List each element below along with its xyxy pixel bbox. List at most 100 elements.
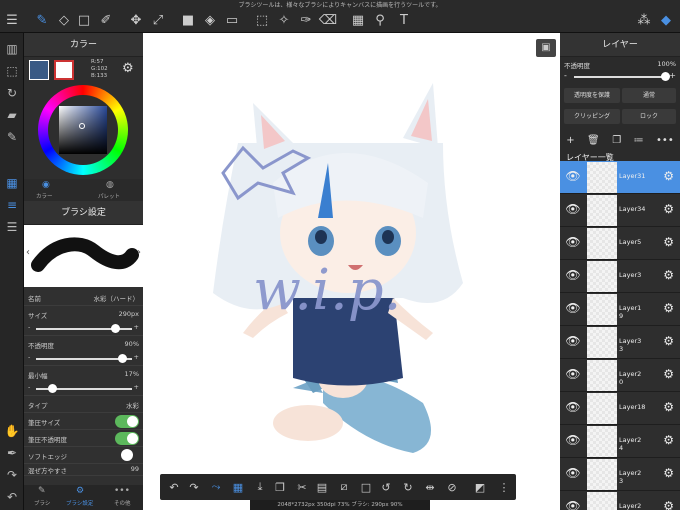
layer-menu-icon[interactable]: ≔ [634, 135, 644, 146]
pressure-opacity-toggle[interactable] [115, 432, 139, 445]
min-width-plus-icon[interactable]: + [134, 383, 139, 391]
edit-icon[interactable]: ◩ [472, 479, 488, 495]
snap-icon[interactable]: ✎ [2, 127, 22, 147]
materials-icon[interactable]: ⁂ [634, 10, 654, 30]
gradient-tool-icon[interactable]: ▭ [222, 10, 242, 30]
selection-icon[interactable]: ⬚ [2, 61, 22, 81]
sub-color-swatch[interactable] [54, 60, 74, 80]
copy-icon[interactable]: ❐ [272, 479, 288, 495]
layer-settings-gear-icon[interactable]: ⚙ [663, 301, 674, 315]
layer-row[interactable]: 👁 Layer3 3 ⚙ [560, 326, 680, 359]
more-tab-icon[interactable]: ••• [114, 486, 130, 496]
layer-settings-gear-icon[interactable]: ⚙ [663, 334, 674, 348]
stack-icon[interactable]: ☰ [2, 217, 22, 237]
layer-visibility-eye-icon[interactable]: 👁 [564, 433, 582, 449]
move-tool-icon[interactable]: ✥ [126, 10, 146, 30]
menu-icon[interactable]: ☰ [2, 10, 22, 30]
rotate-left-icon[interactable]: ↺ [378, 479, 394, 495]
layer-row[interactable]: 👁 Layer34 ⚙ [560, 194, 680, 227]
delete-layer-icon[interactable]: 🗑 [587, 135, 600, 146]
select-eraser-icon[interactable]: ⌫ [318, 10, 338, 30]
color-tab-icon[interactable]: ◉ [42, 180, 50, 190]
pen-tool-icon[interactable]: ✐ [96, 10, 116, 30]
protect-alpha-button[interactable]: 透明度を保護 [564, 88, 620, 103]
size-plus-icon[interactable]: + [134, 323, 139, 331]
text-tool-icon[interactable]: T [394, 10, 414, 30]
layer-settings-gear-icon[interactable]: ⚙ [663, 235, 674, 249]
layer-row[interactable]: 👁 Layer2 0 ⚙ [560, 359, 680, 392]
frame-tool-icon[interactable]: ▦ [348, 10, 368, 30]
min-width-slider-knob[interactable] [48, 384, 58, 393]
layer-row[interactable]: 👁 Layer2 3 ⚙ [560, 458, 680, 491]
opacity-minus-icon[interactable]: - [28, 353, 30, 361]
grid-menu-icon[interactable]: ⋮ [496, 479, 512, 495]
duplicate-layer-icon[interactable]: ❐ [612, 135, 621, 146]
pressure-size-toggle[interactable] [115, 415, 139, 428]
layer-visibility-eye-icon[interactable]: 👁 [564, 367, 582, 383]
layer-row[interactable]: 👁 Layer5 ⚙ [560, 227, 680, 260]
layer-visibility-eye-icon[interactable]: 👁 [564, 202, 582, 218]
snap-off-icon[interactable]: ⊘ [444, 479, 460, 495]
clipping-button[interactable]: クリッピング [564, 109, 620, 124]
undo-button-icon[interactable]: ↶ [166, 479, 182, 495]
layer-visibility-eye-icon[interactable]: 👁 [564, 466, 582, 482]
list-icon[interactable]: ≡ [2, 195, 22, 215]
layer-settings-gear-icon[interactable]: ⚙ [663, 400, 674, 414]
color-wheel[interactable] [38, 85, 128, 175]
layer-row[interactable]: 👁 Layer18 ⚙ [560, 392, 680, 425]
brush-settings-tab-label[interactable]: ブラシ設定 [66, 499, 93, 507]
next-brush-icon[interactable]: › [137, 247, 141, 258]
layer-opacity-plus-icon[interactable]: + [669, 71, 676, 80]
drawing-canvas[interactable]: ▣ w.i.p. [143, 33, 560, 510]
more-options-icon[interactable]: ••• [656, 135, 674, 146]
layer-settings-gear-icon[interactable]: ⚙ [663, 169, 674, 183]
prev-brush-icon[interactable]: ‹ [26, 247, 30, 258]
add-layer-icon[interactable]: + [566, 135, 574, 146]
min-width-minus-icon[interactable]: - [28, 383, 30, 391]
layer-settings-gear-icon[interactable]: ⚙ [663, 202, 674, 216]
redo-button-icon[interactable]: ↷ [186, 479, 202, 495]
rotate-icon[interactable]: ↻ [2, 83, 22, 103]
palette-tab-icon[interactable]: ◍ [106, 180, 114, 190]
import-icon[interactable]: ⤓ [252, 479, 268, 495]
layer-visibility-eye-icon[interactable]: 👁 [564, 499, 582, 510]
color-sv-square[interactable] [59, 106, 107, 154]
layer-settings-gear-icon[interactable]: ⚙ [663, 466, 674, 480]
layer-settings-gear-icon[interactable]: ⚙ [663, 268, 674, 282]
layer-settings-gear-icon[interactable]: ⚙ [663, 499, 674, 510]
layer-row[interactable]: 👁 Layer3 ⚙ [560, 260, 680, 293]
cut-icon[interactable]: ✂ [294, 479, 310, 495]
main-color-swatch[interactable] [29, 60, 49, 80]
brush-tab-label[interactable]: ブラシ [34, 499, 50, 507]
layer-visibility-eye-icon[interactable]: 👁 [564, 301, 582, 317]
size-minus-icon[interactable]: - [28, 323, 30, 331]
eyedropper-icon[interactable]: ⚲ [370, 10, 390, 30]
flip-icon[interactable]: ⇹ [422, 479, 438, 495]
layer-visibility-eye-icon[interactable]: 👁 [564, 169, 582, 185]
stabilizer-icon[interactable]: ⤳ [208, 479, 224, 495]
layer-row[interactable]: 👁 Layer2 ⚙ [560, 491, 680, 510]
layer-row[interactable]: 👁 Layer1 9 ⚙ [560, 293, 680, 326]
paste-icon[interactable]: ▤ [314, 479, 330, 495]
fill-color-icon[interactable]: ■ [178, 10, 198, 30]
dropper-icon[interactable]: ✒ [2, 443, 22, 463]
bucket-tool-icon[interactable]: ◈ [200, 10, 220, 30]
more-tab-label[interactable]: その他 [114, 499, 131, 507]
rotate-right-icon[interactable]: ↻ [400, 479, 416, 495]
min-width-slider[interactable] [36, 384, 132, 393]
pages-icon[interactable]: ▥ [2, 39, 22, 59]
select-tool-icon[interactable]: ⬚ [252, 10, 272, 30]
clear-icon[interactable]: ⧄ [336, 479, 352, 495]
redo-icon[interactable]: ↷ [2, 465, 22, 485]
color-picker-cursor[interactable] [79, 123, 85, 129]
lock-button[interactable]: ロック [622, 109, 676, 124]
layer-row[interactable]: 👁 Layer2 4 ⚙ [560, 425, 680, 458]
opacity-slider-knob[interactable] [118, 354, 128, 363]
type-row[interactable]: タイプ 水彩 [24, 396, 143, 413]
ruler-icon[interactable]: ▰ [2, 105, 22, 125]
soft-edge-toggle[interactable] [121, 449, 133, 461]
hand-icon[interactable]: ✋ [2, 421, 22, 441]
select-pen-icon[interactable]: ✑ [296, 10, 316, 30]
transform-tool-icon[interactable]: ⤢ [148, 10, 168, 30]
layer-opacity-minus-icon[interactable]: - [564, 71, 567, 80]
